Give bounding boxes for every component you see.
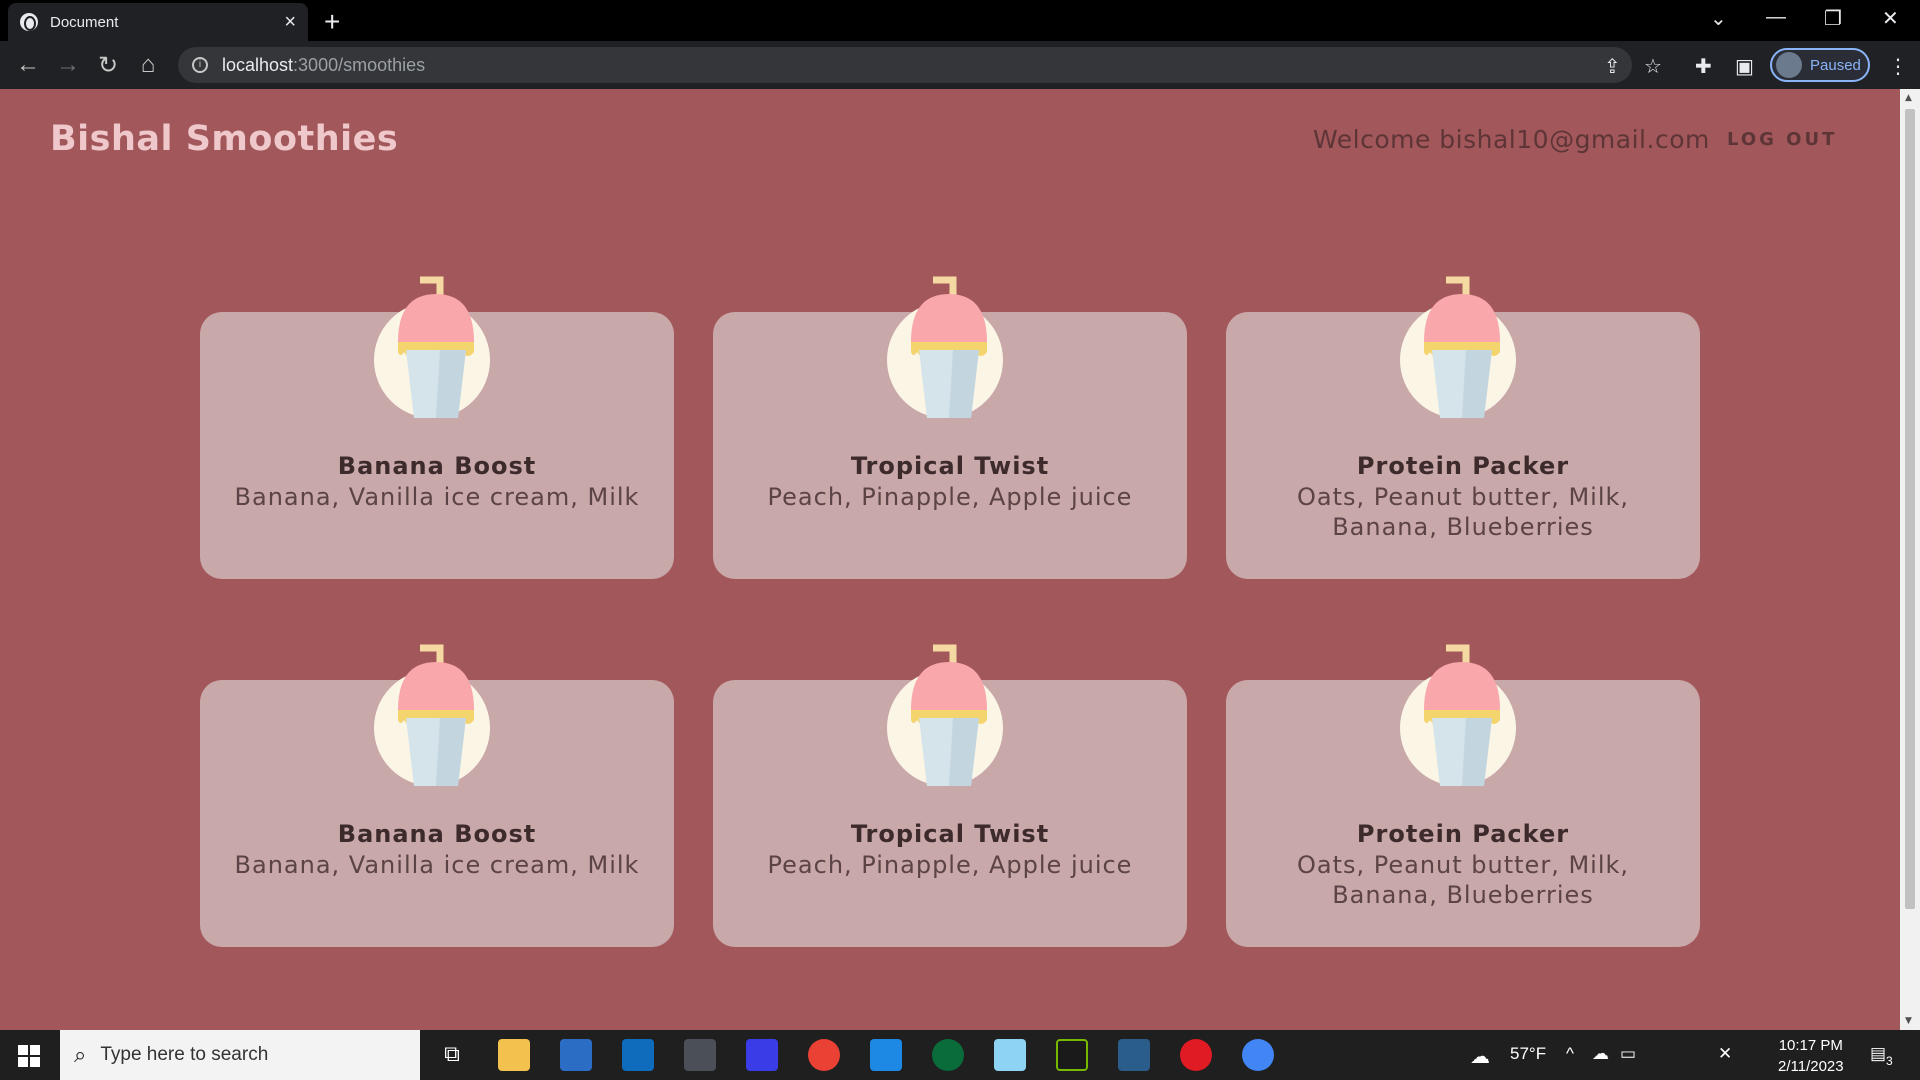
smoothie-name: Banana Boost (337, 452, 537, 480)
brand-logo[interactable]: Bishal Smoothies (50, 119, 398, 159)
file-explorer-icon[interactable] (498, 1039, 530, 1071)
mysql-workbench-icon[interactable] (1118, 1039, 1150, 1071)
microsoft-store-icon[interactable] (560, 1039, 592, 1071)
menu-kebab-icon[interactable]: ⋮ (1888, 54, 1908, 78)
smoothie-name: Protein Packer (1356, 820, 1570, 848)
system-clock[interactable]: 10:17 PM 2/11/2023 (1778, 1035, 1844, 1077)
smoothie-name: Protein Packer (1356, 452, 1570, 480)
scroll-up-arrow[interactable]: ▲ (1905, 93, 1912, 103)
extensions-icon[interactable]: ✚ (1695, 54, 1712, 78)
page-content: Bishal Smoothies Welcome bishal10@gmail.… (0, 89, 1900, 1030)
globe-icon (20, 13, 38, 31)
smoothie-image (374, 644, 490, 786)
bookmark-star-icon[interactable]: ☆ (1644, 54, 1662, 78)
search-placeholder: Type here to search (100, 1044, 269, 1065)
browser-tab[interactable]: Document × (8, 3, 308, 41)
volume-muted-icon[interactable]: ✕ (1718, 1044, 1732, 1064)
home-button[interactable]: ⌂ (134, 51, 162, 79)
logout-button[interactable]: LOG OUT (1727, 129, 1837, 150)
notification-count: 3 (1886, 1054, 1893, 1068)
nvidia-icon[interactable] (1056, 1039, 1088, 1071)
smoothie-name: Tropical Twist (850, 820, 1050, 848)
task-view-icon[interactable]: ⧉ (436, 1039, 468, 1071)
side-panel-icon[interactable]: ▣ (1735, 54, 1754, 78)
smoothie-card[interactable]: Protein Packer Oats, Peanut butter, Milk… (1226, 276, 1700, 579)
smoothie-image (1400, 644, 1516, 786)
browser-tab-strip: Document × + ⌄ — ❐ ✕ (0, 0, 1920, 41)
battery-icon[interactable]: ▭ (1620, 1044, 1636, 1064)
smoothie-ingredients: Peach, Pinapple, Apple juice (767, 851, 1133, 879)
smoothie-card[interactable]: Banana Boost Banana, Vanilla ice cream, … (200, 276, 674, 579)
restore-button[interactable]: ❐ (1824, 6, 1842, 31)
chrome-active-icon[interactable] (1242, 1039, 1274, 1071)
tab-title: Document (50, 13, 119, 31)
page-scrollbar[interactable]: ▲ ▼ (1900, 89, 1920, 1030)
smoothie-name: Banana Boost (337, 820, 537, 848)
browser-toolbar: ← → ↻ ⌂ i localhost:3000/smoothies ⇪ ☆ ✚… (0, 41, 1920, 89)
taskbar-search-box[interactable]: ⌕ Type here to search (60, 1030, 420, 1080)
forward-button[interactable]: → (54, 51, 82, 79)
smoothie-card[interactable]: Banana Boost Banana, Vanilla ice cream, … (200, 644, 674, 947)
site-info-icon[interactable]: i (192, 57, 208, 73)
profile-button[interactable]: Paused (1770, 48, 1870, 82)
chrome-icon[interactable] (808, 1039, 840, 1071)
clock-date: 2/11/2023 (1778, 1058, 1844, 1075)
smoothie-grid: Banana Boost Banana, Vanilla ice cream, … (200, 276, 1700, 947)
mongodb-compass-icon[interactable] (932, 1039, 964, 1071)
smoothie-ingredients: Peach, Pinapple, Apple juice (767, 483, 1133, 511)
smoothie-card[interactable]: Tropical Twist Peach, Pinapple, Apple ju… (713, 644, 1187, 947)
windows-start-icon[interactable] (18, 1045, 40, 1067)
mail-icon[interactable] (622, 1039, 654, 1071)
tab-search-icon[interactable]: ⌄ (1710, 6, 1727, 31)
app-cube-icon[interactable] (684, 1039, 716, 1071)
smoothie-image (374, 276, 490, 418)
smoothie-name: Tropical Twist (850, 452, 1050, 480)
close-tab-icon[interactable]: × (284, 11, 296, 34)
clock-time: 10:17 PM (1778, 1037, 1843, 1054)
close-window-button[interactable]: ✕ (1882, 6, 1899, 31)
smoothie-ingredients: Banana, Vanilla ice cream, Milk (234, 851, 640, 879)
address-bar[interactable]: i localhost:3000/smoothies (178, 47, 1632, 83)
weather-temp[interactable]: 57°F (1510, 1044, 1546, 1064)
minimize-button[interactable]: — (1766, 6, 1786, 29)
windows-taskbar: ⌕ Type here to search ⧉ ☁ 57°F ^ ☁ ▭ ✕ 1… (0, 1030, 1920, 1080)
onedrive-icon[interactable]: ☁ (1592, 1044, 1609, 1064)
new-tab-button[interactable]: + (324, 6, 340, 38)
scrollbar-thumb[interactable] (1905, 109, 1915, 909)
scroll-down-arrow[interactable]: ▼ (1905, 1016, 1912, 1026)
smoothie-card[interactable]: Tropical Twist Peach, Pinapple, Apple ju… (713, 276, 1187, 579)
smoothie-image (887, 276, 1003, 418)
app-studio-icon[interactable] (746, 1039, 778, 1071)
back-button[interactable]: ← (14, 51, 42, 79)
smoothie-image (1400, 276, 1516, 418)
show-hidden-icons[interactable]: ^ (1566, 1044, 1574, 1064)
avatar (1776, 52, 1802, 78)
opera-icon[interactable] (1180, 1039, 1212, 1071)
search-icon: ⌕ (74, 1042, 87, 1067)
smoothie-ingredients: Oats, Peanut butter, Milk, Banana, Blueb… (1296, 851, 1630, 909)
weather-icon: ☁ (1470, 1046, 1490, 1068)
smoothie-ingredients: Oats, Peanut butter, Milk, Banana, Blueb… (1296, 483, 1630, 541)
profile-status: Paused (1810, 56, 1861, 74)
vscode-icon[interactable] (870, 1039, 902, 1071)
url-host: localhost (222, 54, 294, 75)
notification-icon[interactable]: ▤ (1870, 1044, 1886, 1064)
smoothie-ingredients: Banana, Vanilla ice cream, Milk (234, 483, 640, 511)
app-hexagon-icon[interactable] (994, 1039, 1026, 1071)
smoothie-card[interactable]: Protein Packer Oats, Peanut butter, Milk… (1226, 644, 1700, 947)
smoothie-image (887, 644, 1003, 786)
reload-button[interactable]: ↻ (94, 51, 122, 80)
url-path: :3000/smoothies (293, 54, 426, 75)
welcome-message: Welcome bishal10@gmail.com (1313, 125, 1710, 154)
share-icon[interactable]: ⇪ (1604, 54, 1621, 78)
